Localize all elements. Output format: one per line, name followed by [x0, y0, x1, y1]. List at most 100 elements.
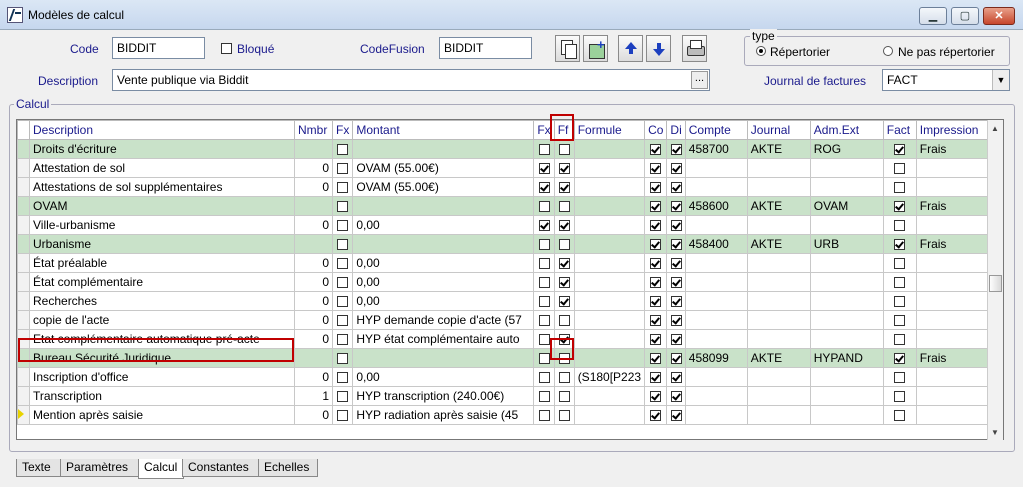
cell-adm-ext[interactable]: ROG	[809, 139, 884, 159]
cell-nmbr[interactable]: 0	[294, 310, 333, 330]
column-header[interactable]: Co	[644, 120, 668, 140]
cell-montant[interactable]: 0,00	[352, 367, 535, 387]
cell-nmbr[interactable]: 0	[294, 158, 333, 178]
cell-fact[interactable]	[882, 310, 917, 330]
cell-formule[interactable]	[573, 348, 646, 368]
di-checkbox[interactable]	[670, 372, 682, 384]
copy-button[interactable]	[555, 35, 580, 62]
cell-journal[interactable]	[746, 329, 811, 349]
cell-montant[interactable]: HYP radiation après saisie (45	[352, 405, 535, 425]
cell-fx1[interactable]	[331, 405, 354, 425]
cell-fx2[interactable]	[533, 405, 555, 425]
cell-adm-ext[interactable]	[809, 386, 884, 406]
cell-formule[interactable]	[573, 139, 646, 159]
fx2-checkbox[interactable]	[538, 144, 550, 156]
cell-co[interactable]	[644, 348, 668, 368]
calcul-grid[interactable]: Description Nmbr Fx Montant Fx Ff Formule Co Di C…	[16, 119, 1004, 440]
co-checkbox[interactable]	[650, 315, 662, 327]
cell-ff[interactable]	[553, 310, 575, 330]
di-checkbox[interactable]	[670, 334, 682, 346]
cell-fx1[interactable]	[331, 310, 354, 330]
table-row[interactable]: Ville-urbanisme 0 0,00	[17, 215, 995, 235]
table-row[interactable]: Recherches 0 0,00	[17, 291, 995, 311]
cell-impression[interactable]	[915, 272, 995, 292]
cell-ff[interactable]	[553, 177, 575, 197]
cell-nmbr[interactable]: 0	[294, 405, 333, 425]
co-checkbox[interactable]	[650, 410, 662, 422]
fx2-checkbox[interactable]	[538, 315, 550, 327]
cell-fx1[interactable]	[331, 348, 354, 368]
cell-compte[interactable]: 458600	[684, 196, 748, 216]
cell-impression[interactable]	[915, 158, 995, 178]
fx2-checkbox[interactable]	[538, 201, 550, 213]
tab-texte[interactable]: Texte	[16, 459, 62, 477]
cell-adm-ext[interactable]	[809, 215, 884, 235]
ff-checkbox[interactable]	[558, 258, 570, 270]
table-row[interactable]: Mention après saisie 0 HYP radiation apr…	[17, 405, 995, 425]
cell-fact[interactable]	[882, 177, 917, 197]
cell-di[interactable]	[666, 310, 686, 330]
cell-fx1[interactable]	[331, 272, 354, 292]
fx2-checkbox[interactable]	[538, 372, 550, 384]
cell-impression[interactable]: Frais	[915, 139, 995, 159]
cell-nmbr[interactable]	[294, 348, 333, 368]
cell-fact[interactable]	[882, 196, 917, 216]
cell-compte[interactable]	[684, 177, 748, 197]
cell-journal[interactable]: AKTE	[746, 348, 811, 368]
cell-journal[interactable]	[746, 158, 811, 178]
cell-compte[interactable]: 458400	[684, 234, 748, 254]
bloque-checkbox[interactable]	[221, 43, 232, 54]
cell-compte[interactable]	[684, 405, 748, 425]
co-checkbox[interactable]	[650, 277, 662, 289]
di-checkbox[interactable]	[670, 277, 682, 289]
cell-journal[interactable]	[746, 405, 811, 425]
fx1-checkbox[interactable]	[337, 372, 349, 384]
cell-montant[interactable]	[352, 234, 535, 254]
di-checkbox[interactable]	[670, 163, 682, 175]
cell-nmbr[interactable]: 0	[294, 291, 333, 311]
cell-description[interactable]: État complémentaire	[29, 272, 295, 292]
cell-montant[interactable]: 0,00	[352, 291, 535, 311]
fx2-checkbox[interactable]	[538, 410, 550, 422]
fact-checkbox[interactable]	[894, 201, 906, 213]
cell-formule[interactable]	[573, 196, 646, 216]
cell-ff[interactable]	[553, 253, 575, 273]
move-down-button[interactable]	[646, 35, 671, 62]
fact-checkbox[interactable]	[894, 277, 906, 289]
fx1-checkbox[interactable]	[337, 410, 349, 422]
cell-formule[interactable]	[573, 291, 646, 311]
co-checkbox[interactable]	[650, 220, 662, 232]
cell-journal[interactable]: AKTE	[746, 234, 811, 254]
cell-description[interactable]: OVAM	[29, 196, 295, 216]
cell-description[interactable]: Mention après saisie	[29, 405, 295, 425]
co-checkbox[interactable]	[650, 353, 662, 365]
cell-fact[interactable]	[882, 234, 917, 254]
cell-ff[interactable]	[553, 139, 575, 159]
fact-checkbox[interactable]	[894, 220, 906, 232]
cell-fact[interactable]	[882, 139, 917, 159]
cell-di[interactable]	[666, 139, 686, 159]
cell-formule[interactable]	[573, 310, 646, 330]
cell-fx1[interactable]	[331, 215, 354, 235]
cell-compte[interactable]	[684, 367, 748, 387]
cell-fx2[interactable]	[533, 177, 555, 197]
table-row[interactable]: État préalable 0 0,00	[17, 253, 995, 273]
cell-nmbr[interactable]: 1	[294, 386, 333, 406]
column-header[interactable]: Compte	[684, 120, 748, 140]
tab-parametres[interactable]: Paramètres	[60, 459, 140, 477]
table-row[interactable]: Urbanisme 458400 AKTE URB Frais	[17, 234, 995, 254]
cell-compte[interactable]	[684, 158, 748, 178]
cell-fx1[interactable]	[331, 177, 354, 197]
cell-ff[interactable]	[553, 272, 575, 292]
co-checkbox[interactable]	[650, 372, 662, 384]
co-checkbox[interactable]	[650, 296, 662, 308]
cell-fx2[interactable]	[533, 310, 555, 330]
cell-fx1[interactable]	[331, 329, 354, 349]
cell-co[interactable]	[644, 329, 668, 349]
di-checkbox[interactable]	[670, 258, 682, 270]
cell-ff[interactable]	[553, 386, 575, 406]
cell-impression[interactable]	[915, 367, 995, 387]
cell-compte[interactable]	[684, 253, 748, 273]
cell-nmbr[interactable]	[294, 139, 333, 159]
cell-fx2[interactable]	[533, 215, 555, 235]
